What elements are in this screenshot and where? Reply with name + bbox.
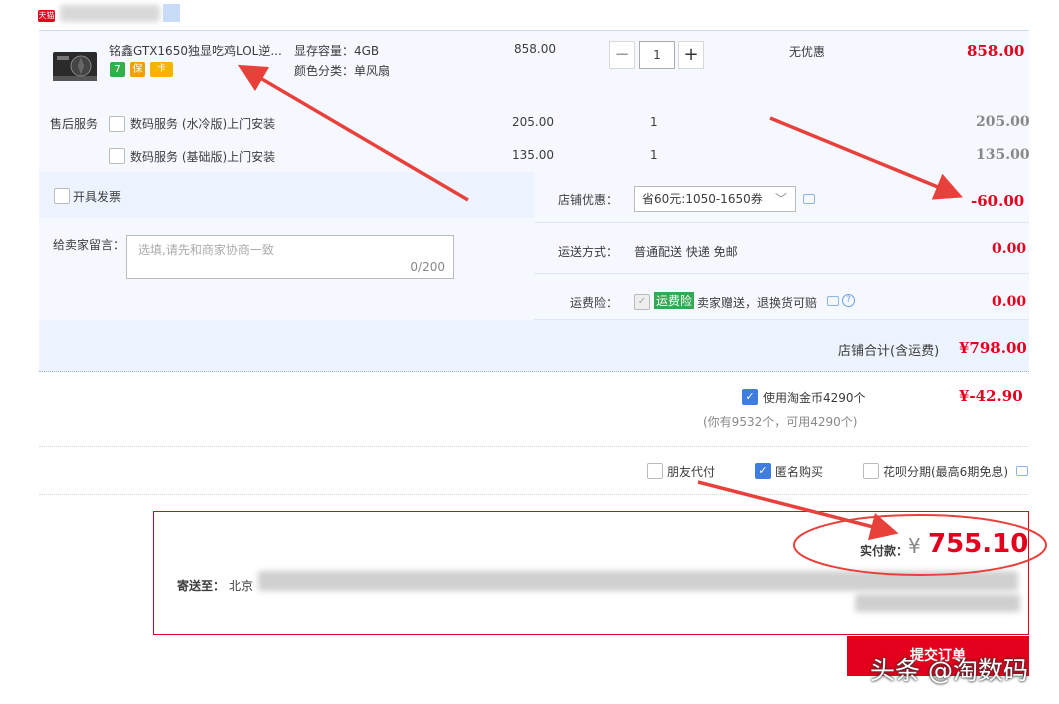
annotation-arrow-payment	[697, 480, 899, 541]
watermark: 头条 @淘数码	[870, 656, 1028, 685]
annotation-arrow-discount	[769, 116, 963, 200]
annotation-circle	[793, 514, 1047, 576]
annotation-arrow-title	[237, 64, 469, 202]
annotation-overlay	[237, 64, 1047, 576]
